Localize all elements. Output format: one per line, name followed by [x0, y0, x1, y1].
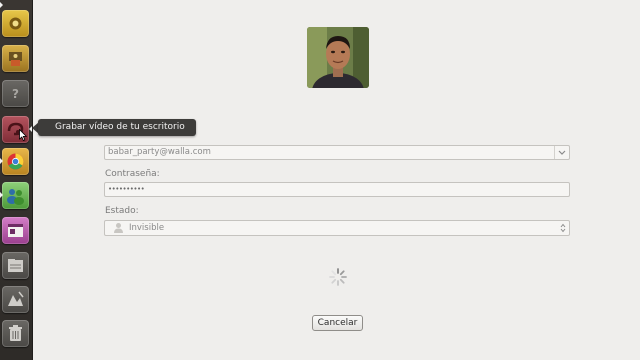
system-settings-launcher-icon[interactable] — [2, 10, 29, 37]
help-launcher-icon[interactable]: ? — [2, 80, 29, 107]
account-combobox[interactable]: babar_party@walla.com — [104, 145, 570, 160]
chromium-launcher-icon[interactable] — [2, 148, 29, 175]
app-launcher-icon[interactable] — [2, 286, 29, 313]
trash-launcher-icon[interactable] — [2, 320, 29, 347]
running-indicator — [0, 192, 3, 198]
password-field[interactable]: •••••••••• — [104, 182, 570, 197]
email-value: babar_party@walla.com — [108, 147, 211, 157]
password-value: •••••••••• — [108, 185, 145, 193]
password-label: Contraseña: — [105, 169, 160, 179]
loading-spinner-icon — [329, 268, 347, 286]
cancel-button[interactable]: Cancelar — [312, 315, 363, 331]
svg-text:?: ? — [12, 87, 19, 101]
app-launcher-icon[interactable] — [2, 217, 29, 244]
user-icon — [113, 222, 124, 239]
state-label: Estado: — [105, 206, 139, 216]
avatar — [307, 27, 369, 88]
launcher-tooltip: Grabar vídeo de tu escritorio — [38, 119, 196, 136]
chevron-down-icon[interactable] — [554, 146, 569, 159]
state-select[interactable]: Invisible — [104, 220, 570, 236]
launcher: ? — [0, 0, 33, 360]
running-indicator — [0, 2, 3, 8]
mouse-cursor-icon — [19, 129, 27, 141]
files-launcher-icon[interactable] — [2, 252, 29, 279]
empathy-launcher-icon[interactable] — [2, 182, 29, 209]
app-launcher-icon[interactable] — [2, 45, 29, 72]
state-value: Invisible — [129, 223, 165, 233]
updown-arrows-icon — [560, 222, 566, 239]
running-indicator — [0, 158, 3, 164]
